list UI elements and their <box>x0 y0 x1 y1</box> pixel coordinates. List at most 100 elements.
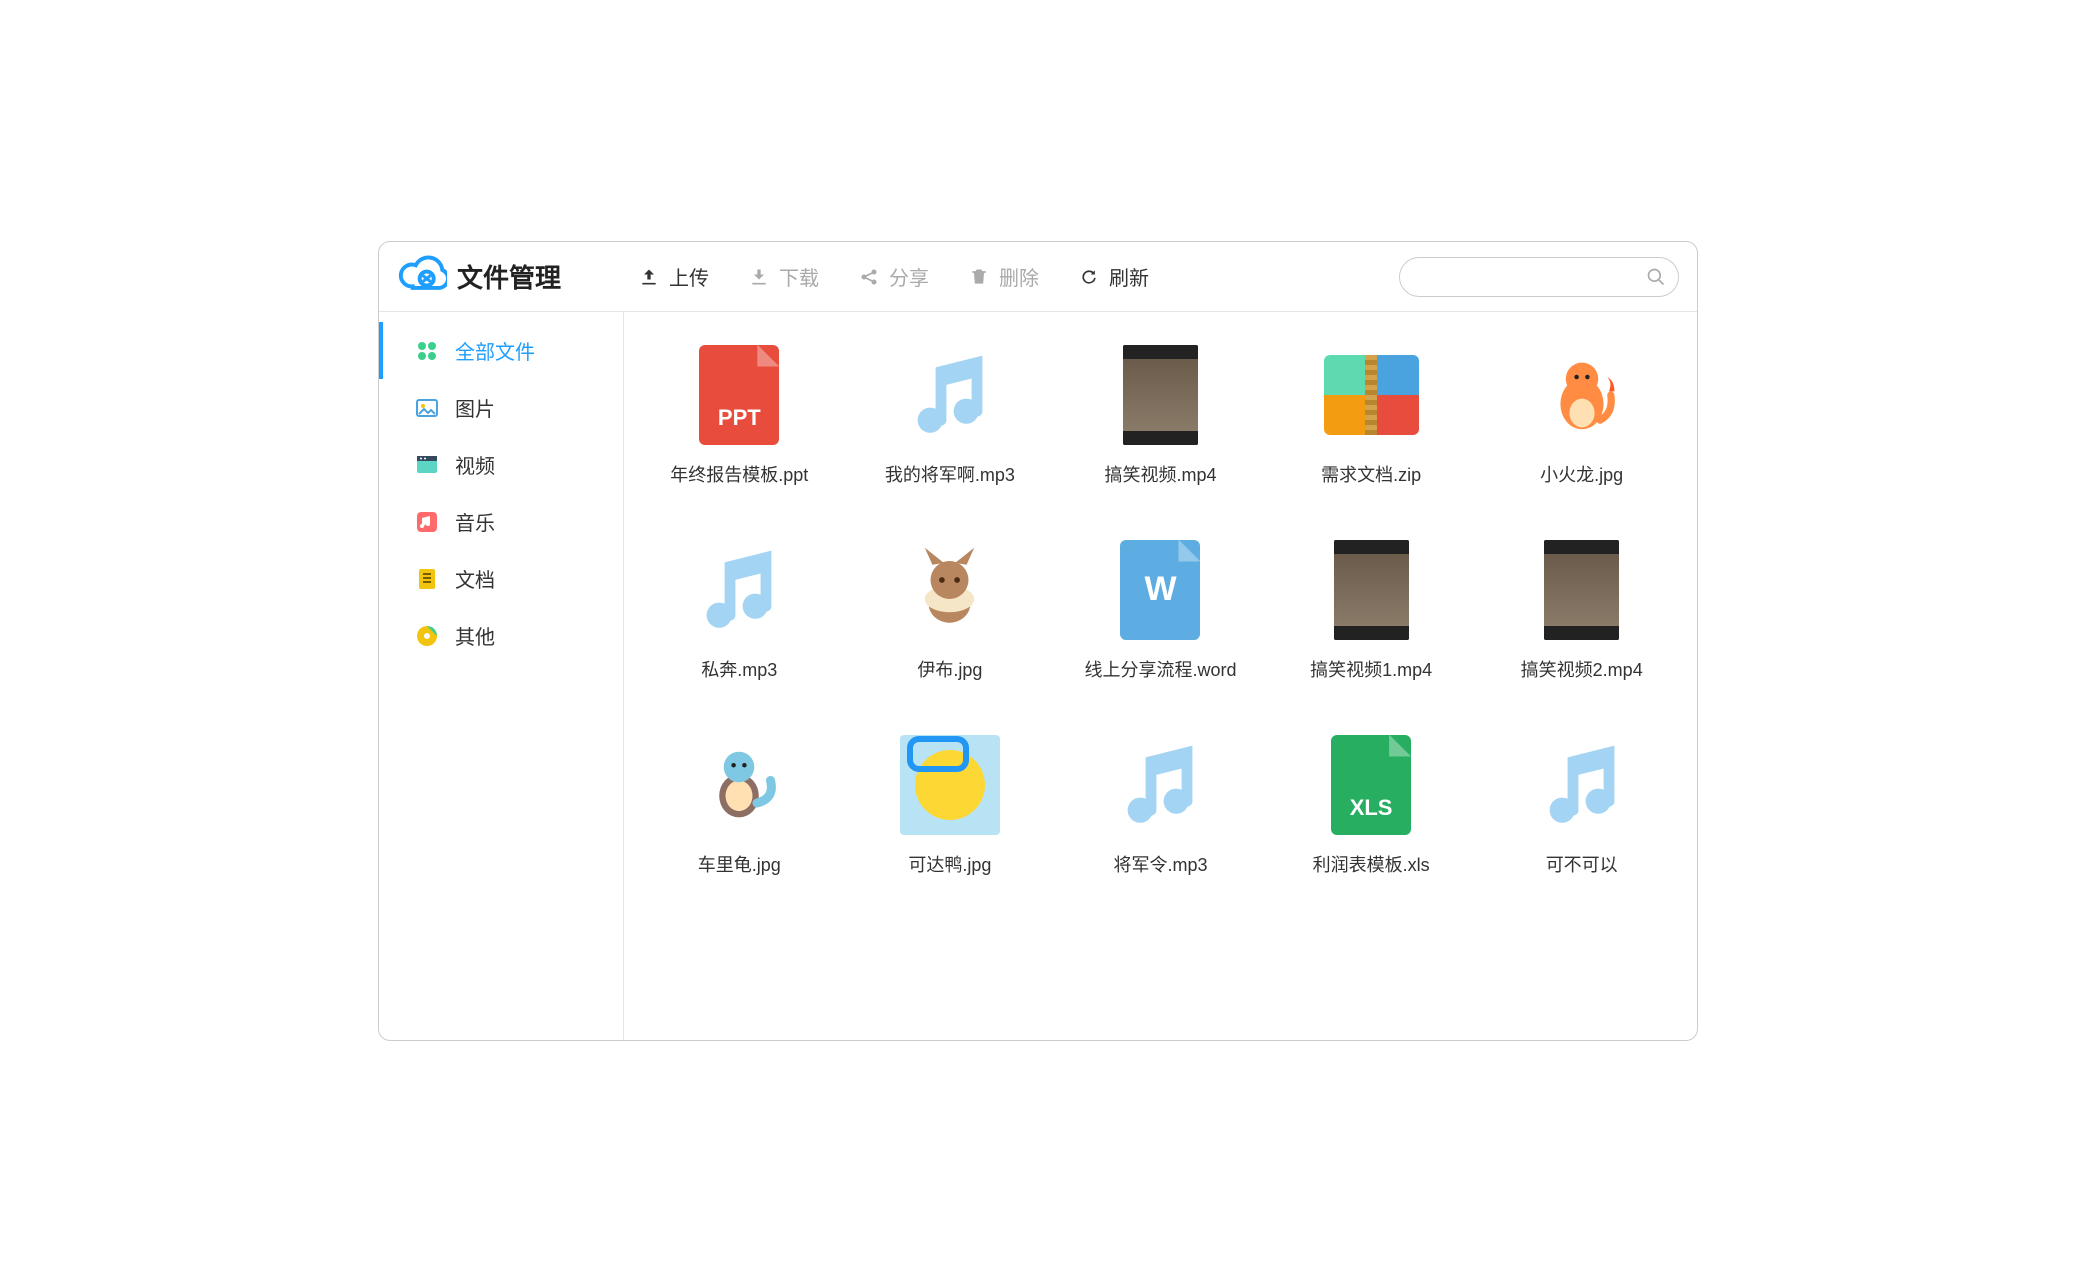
file-item[interactable]: PPT 年终报告模板.ppt <box>634 342 845 487</box>
sidebar-item-label: 图片 <box>455 393 495 422</box>
file-item[interactable]: 需求文档.zip <box>1266 342 1477 487</box>
file-grid: PPT 年终报告模板.ppt 我的将军啊.mp3 搞笑视频.mp4 需求文档.z… <box>634 342 1687 877</box>
search-input[interactable] <box>1412 268 1646 286</box>
ppt-file-icon: PPT <box>699 345 779 445</box>
upload-icon <box>639 267 659 287</box>
sidebar-item-label: 其他 <box>455 621 495 650</box>
music-file-icon <box>694 545 784 635</box>
trash-icon <box>969 267 989 287</box>
file-name: 搞笑视频.mp4 <box>1104 461 1216 487</box>
search-icon <box>1646 267 1666 287</box>
document-icon <box>415 567 439 591</box>
image-file-thumb <box>900 735 1000 835</box>
zip-file-icon <box>1324 355 1419 435</box>
file-item[interactable]: 小火龙.jpg <box>1476 342 1687 487</box>
file-thumb <box>897 537 1002 642</box>
file-item[interactable]: 我的将军啊.mp3 <box>845 342 1056 487</box>
file-item[interactable]: 搞笑视频2.mp4 <box>1476 537 1687 682</box>
download-icon <box>749 267 769 287</box>
file-thumb <box>687 732 792 837</box>
disc-icon <box>415 624 439 648</box>
cloud-logo-icon <box>397 252 447 302</box>
file-name: 私奔.mp3 <box>701 656 777 682</box>
music-file-icon <box>905 350 995 440</box>
music-icon <box>415 510 439 534</box>
file-thumb <box>687 537 792 642</box>
file-item[interactable]: 伊布.jpg <box>845 537 1056 682</box>
sidebar-item-other[interactable]: 其他 <box>379 607 623 664</box>
image-icon <box>415 396 439 420</box>
video-icon <box>415 453 439 477</box>
delete-label: 删除 <box>999 262 1039 291</box>
file-thumb: W <box>1108 537 1213 642</box>
refresh-button[interactable]: 刷新 <box>1079 262 1149 291</box>
image-file-thumb <box>689 735 789 835</box>
download-label: 下载 <box>779 262 819 291</box>
file-name: 可不可以 <box>1546 851 1618 877</box>
file-thumb <box>897 732 1002 837</box>
sidebar-item-label: 全部文件 <box>455 336 535 365</box>
file-name: 搞笑视频1.mp4 <box>1310 656 1432 682</box>
sidebar-item-video[interactable]: 视频 <box>379 436 623 493</box>
file-thumb <box>897 342 1002 447</box>
file-thumb <box>1108 732 1213 837</box>
logo-block: 文件管理 <box>397 252 561 302</box>
upload-label: 上传 <box>669 262 709 291</box>
file-item[interactable]: XLS 利润表模板.xls <box>1266 732 1477 877</box>
file-item[interactable]: 可不可以 <box>1476 732 1687 877</box>
app-window: 文件管理 上传 下载 分享 删除 刷新 <box>378 241 1698 1041</box>
download-button[interactable]: 下载 <box>749 262 819 291</box>
file-item[interactable]: 搞笑视频1.mp4 <box>1266 537 1477 682</box>
file-name: 线上分享流程.word <box>1084 656 1236 682</box>
file-thumb: XLS <box>1319 732 1424 837</box>
app-title: 文件管理 <box>457 258 561 295</box>
video-file-thumb <box>1123 345 1198 445</box>
sidebar: 全部文件 图片 视频 音乐 <box>379 312 624 1040</box>
toolbar: 文件管理 上传 下载 分享 删除 刷新 <box>379 242 1697 312</box>
music-file-icon <box>1115 740 1205 830</box>
share-button[interactable]: 分享 <box>859 262 929 291</box>
file-name: 搞笑视频2.mp4 <box>1521 656 1643 682</box>
file-thumb <box>1319 537 1424 642</box>
app-body: 全部文件 图片 视频 音乐 <box>379 312 1697 1040</box>
file-name: 将军令.mp3 <box>1113 851 1207 877</box>
sidebar-item-label: 文档 <box>455 564 495 593</box>
file-name: 可达鸭.jpg <box>908 851 991 877</box>
video-file-thumb <box>1544 540 1619 640</box>
file-name: 利润表模板.xls <box>1313 851 1430 877</box>
file-name: 需求文档.zip <box>1321 461 1421 487</box>
file-name: 车里龟.jpg <box>698 851 781 877</box>
music-file-icon <box>1537 740 1627 830</box>
file-name: 小火龙.jpg <box>1540 461 1623 487</box>
file-grid-container[interactable]: PPT 年终报告模板.ppt 我的将军啊.mp3 搞笑视频.mp4 需求文档.z… <box>624 312 1697 1040</box>
sidebar-item-all[interactable]: 全部文件 <box>379 322 623 379</box>
delete-button[interactable]: 删除 <box>969 262 1039 291</box>
file-item[interactable]: 将军令.mp3 <box>1055 732 1266 877</box>
file-thumb: PPT <box>687 342 792 447</box>
sidebar-item-image[interactable]: 图片 <box>379 379 623 436</box>
share-label: 分享 <box>889 262 929 291</box>
file-item[interactable]: 可达鸭.jpg <box>845 732 1056 877</box>
file-item[interactable]: W 线上分享流程.word <box>1055 537 1266 682</box>
file-name: 年终报告模板.ppt <box>670 461 808 487</box>
sidebar-item-doc[interactable]: 文档 <box>379 550 623 607</box>
image-file-thumb <box>1532 345 1632 445</box>
file-item[interactable]: 搞笑视频.mp4 <box>1055 342 1266 487</box>
file-name: 伊布.jpg <box>917 656 982 682</box>
file-name: 我的将军啊.mp3 <box>885 461 1015 487</box>
upload-button[interactable]: 上传 <box>639 262 709 291</box>
file-thumb <box>1529 732 1634 837</box>
grid-icon <box>415 339 439 363</box>
toolbar-actions: 上传 下载 分享 删除 刷新 <box>639 262 1391 291</box>
search-box[interactable] <box>1399 257 1679 297</box>
file-thumb <box>1108 342 1213 447</box>
sidebar-item-label: 视频 <box>455 450 495 479</box>
xls-file-icon: XLS <box>1331 735 1411 835</box>
file-item[interactable]: 车里龟.jpg <box>634 732 845 877</box>
video-file-thumb <box>1334 540 1409 640</box>
sidebar-item-music[interactable]: 音乐 <box>379 493 623 550</box>
share-icon <box>859 267 879 287</box>
file-thumb <box>1319 342 1424 447</box>
sidebar-item-label: 音乐 <box>455 507 495 536</box>
file-item[interactable]: 私奔.mp3 <box>634 537 845 682</box>
